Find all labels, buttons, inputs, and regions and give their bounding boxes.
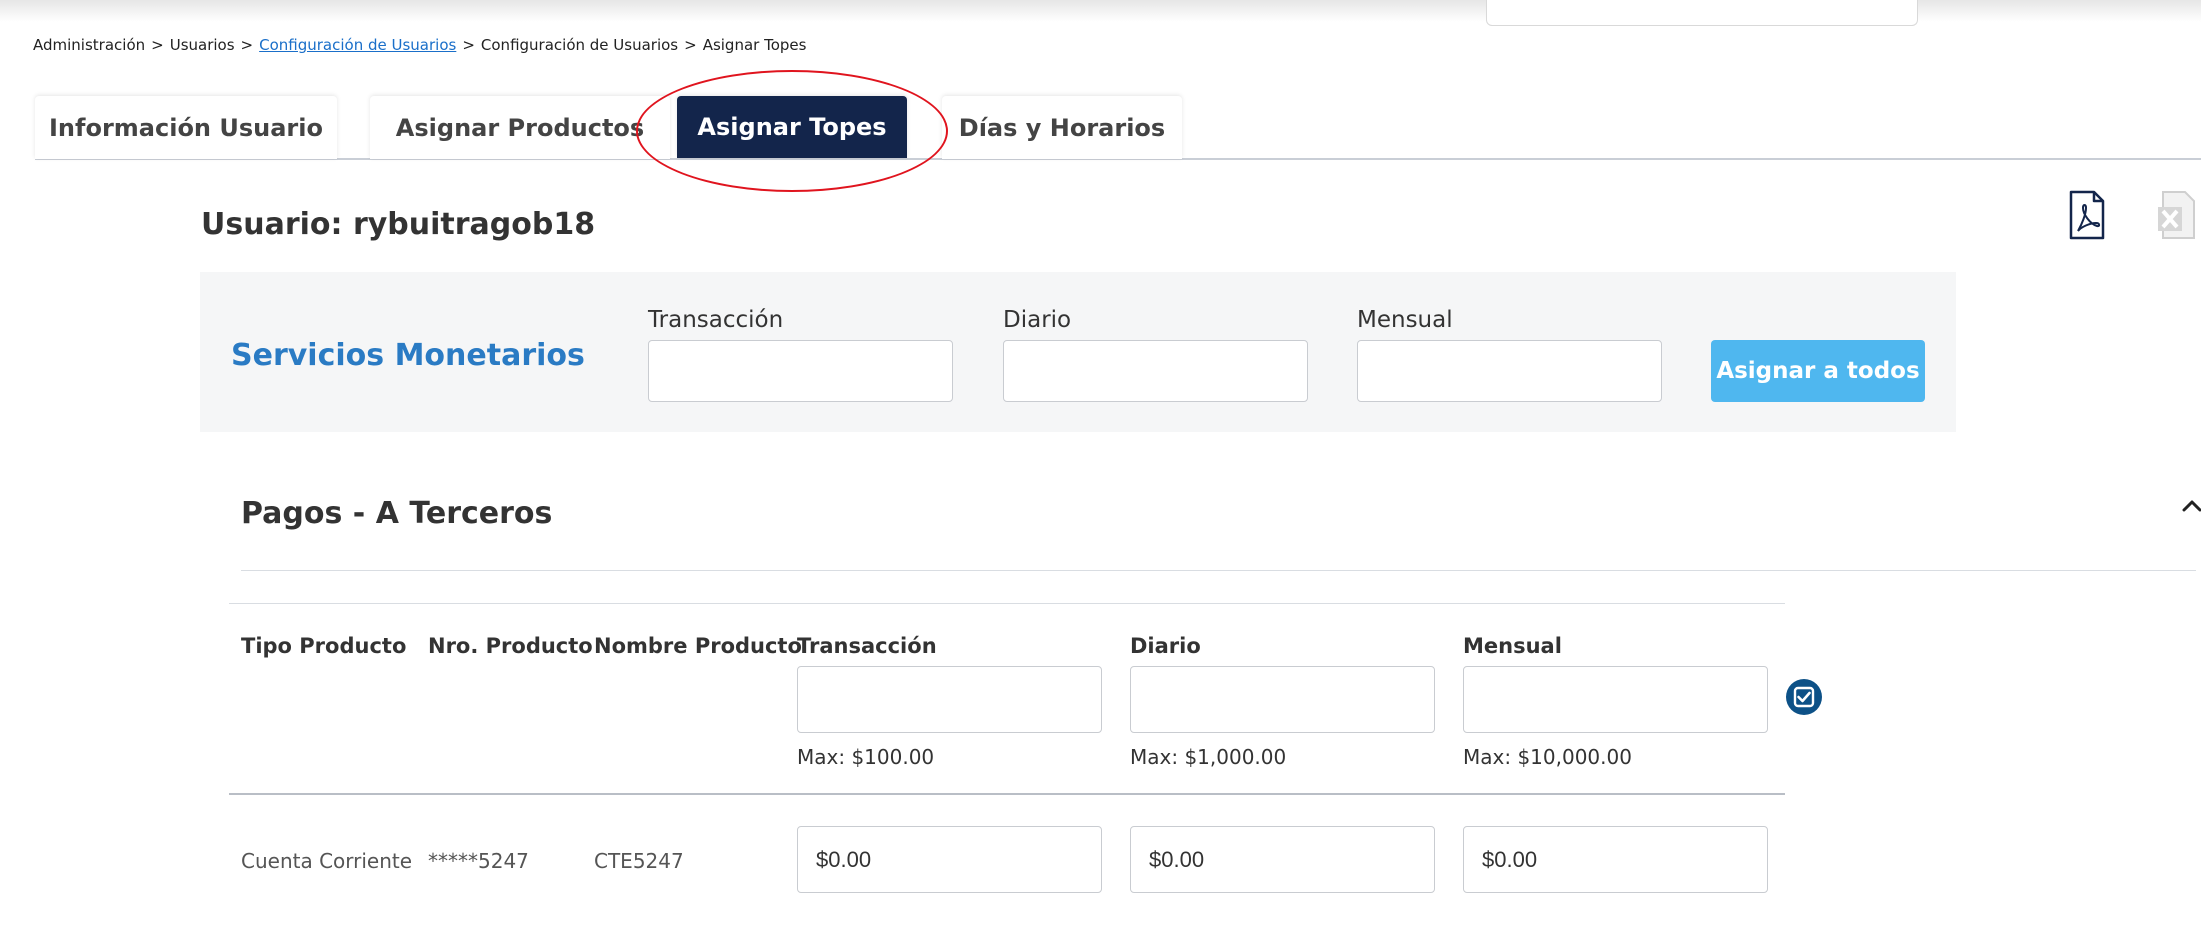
breadcrumb-separator: > [151, 36, 164, 54]
section-title: Pagos - A Terceros [241, 496, 553, 531]
tab-asignar-productos[interactable]: Asignar Productos [370, 96, 670, 159]
max-monthly-label: Max: $10,000.00 [1463, 745, 1632, 769]
header-nombre-producto: Nombre Producto [594, 634, 802, 658]
services-monthly-label: Mensual [1357, 307, 1453, 333]
services-daily-label: Diario [1003, 307, 1072, 333]
section-divider [241, 570, 2196, 571]
services-monthly-input[interactable] [1357, 340, 1662, 402]
bulk-daily-input[interactable] [1130, 666, 1435, 733]
breadcrumb: Administración > Usuarios > Configuración de… [33, 36, 806, 54]
breadcrumb-separator: > [684, 36, 697, 54]
breadcrumb-separator: > [240, 36, 254, 54]
row-monthly-input[interactable] [1463, 826, 1768, 893]
tab-asignar-topes[interactable]: Asignar Topes [677, 96, 907, 158]
check-circle-icon[interactable] [1785, 678, 1823, 716]
breadcrumb-asignar-topes: Asignar Topes [702, 36, 807, 54]
pdf-icon[interactable] [2068, 190, 2106, 240]
user-title: Usuario: rybuitragob18 [201, 207, 596, 242]
bulk-transaction-input[interactable] [797, 666, 1102, 733]
top-search-box[interactable] [1486, 0, 1918, 26]
excel-icon[interactable] [2157, 190, 2197, 240]
cell-nombre-producto: CTE5247 [594, 849, 684, 873]
table-top-divider [229, 603, 1785, 604]
chevron-up-icon[interactable] [2180, 496, 2201, 516]
header-transaccion: Transacción [797, 634, 937, 658]
max-daily-label: Max: $1,000.00 [1130, 745, 1287, 769]
services-transaction-label: Transacción [648, 307, 784, 333]
row-daily-input[interactable] [1130, 826, 1435, 893]
cell-tipo-producto: Cuenta Corriente [241, 849, 413, 873]
header-nro-producto: Nro. Producto [428, 634, 593, 658]
services-daily-input[interactable] [1003, 340, 1308, 402]
header-row-divider [229, 793, 1785, 795]
row-transaction-input[interactable] [797, 826, 1102, 893]
tab-dias-horarios[interactable]: Días y Horarios [942, 96, 1182, 159]
services-transaction-input[interactable] [648, 340, 953, 402]
breadcrumb-config-usuarios: Configuración de Usuarios [480, 36, 679, 54]
max-transaction-label: Max: $100.00 [797, 745, 935, 769]
header-mensual: Mensual [1463, 634, 1562, 658]
breadcrumb-separator: > [462, 36, 475, 54]
header-diario: Diario [1130, 634, 1201, 658]
breadcrumb-administracion: Administración [33, 36, 146, 54]
breadcrumb-usuarios: Usuarios [169, 36, 235, 54]
bulk-monthly-input[interactable] [1463, 666, 1768, 733]
tab-informacion-usuario[interactable]: Información Usuario [35, 96, 337, 159]
cell-nro-producto: *****5247 [428, 849, 529, 873]
header-tipo-producto: Tipo Producto [241, 634, 407, 658]
assign-all-button[interactable]: Asignar a todos [1711, 340, 1925, 402]
breadcrumb-config-usuarios-link[interactable]: Configuración de Usuarios [259, 36, 456, 54]
services-title: Servicios Monetarios [231, 338, 585, 373]
